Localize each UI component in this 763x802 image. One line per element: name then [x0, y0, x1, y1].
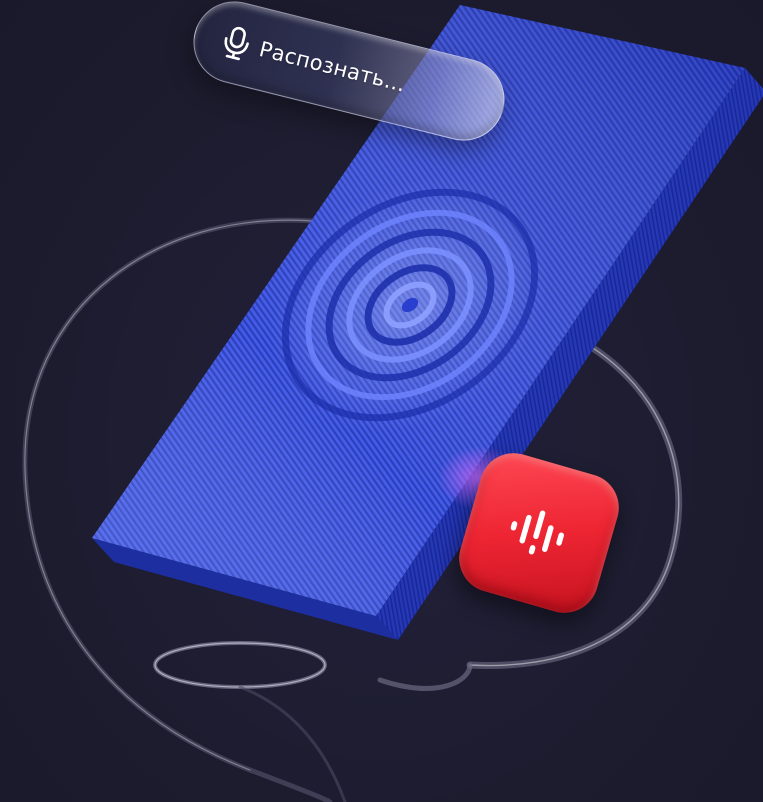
hero-illustration: Распознать...	[0, 0, 763, 802]
voice-search-label: Распознать...	[256, 37, 409, 97]
microphone-icon	[224, 26, 249, 61]
sound-wave-icon	[510, 510, 565, 555]
